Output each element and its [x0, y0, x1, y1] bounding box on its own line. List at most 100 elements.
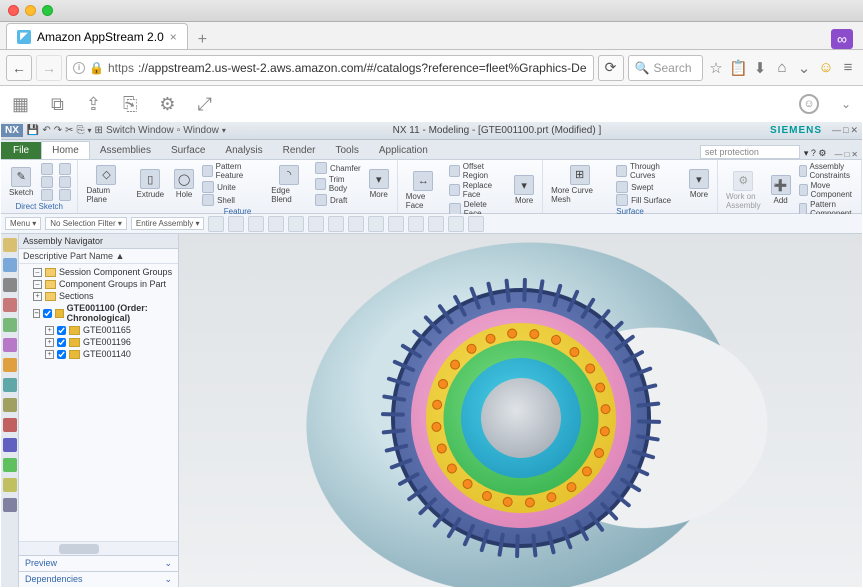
nav-preview-section[interactable]: Preview⌄	[19, 555, 178, 571]
sel-btn-10[interactable]	[388, 216, 404, 232]
home-icon[interactable]: ⌂	[773, 59, 791, 76]
window-close-button[interactable]	[8, 5, 19, 16]
qat-copy-icon[interactable]: ⎘	[77, 125, 85, 136]
replace-face-button[interactable]: Replace Face	[449, 181, 506, 199]
hole-button[interactable]: ◯Hole	[172, 162, 196, 206]
selection-filter-dropdown[interactable]: No Selection Filter ▾	[45, 217, 127, 230]
qat-more-icon[interactable]: ▾	[88, 126, 92, 135]
sel-btn-1[interactable]	[208, 216, 224, 232]
trim-body-button[interactable]: Trim Body	[315, 175, 361, 193]
sel-btn-12[interactable]	[428, 216, 444, 232]
feature-more-button[interactable]: ▾More	[367, 162, 391, 206]
menu-icon[interactable]: ≡	[839, 59, 857, 76]
tree-child-2[interactable]: +GTE001196	[19, 336, 178, 348]
tab-close-button[interactable]: ×	[170, 30, 177, 44]
shell-button[interactable]: Shell	[202, 194, 263, 206]
sketch-line-button[interactable]	[41, 163, 53, 175]
tree-root-part[interactable]: –GTE001100 (Order: Chronological)	[19, 302, 178, 324]
emoji-icon[interactable]: ☺	[817, 59, 835, 76]
extension-badge-icon[interactable]: ∞	[831, 29, 853, 49]
sel-btn-9[interactable]	[368, 216, 384, 232]
sel-btn-4[interactable]	[268, 216, 284, 232]
rb-system-icon[interactable]	[3, 378, 17, 392]
offset-region-button[interactable]: Offset Region	[449, 162, 506, 180]
qat-redo-icon[interactable]: ↷	[54, 125, 62, 136]
curve-mesh-button[interactable]: ⊞More Curve Mesh	[549, 162, 610, 206]
window-dd-label[interactable]: Window	[183, 125, 219, 136]
sel-btn-14[interactable]	[468, 216, 484, 232]
rb-tool3-icon[interactable]	[3, 458, 17, 472]
nav-dependencies-section[interactable]: Dependencies⌄	[19, 571, 178, 587]
help-icon[interactable]: ▾ ? ⚙	[800, 148, 831, 159]
rb-assembly-nav-icon[interactable]	[3, 238, 17, 252]
sketch-button[interactable]: ✎Sketch	[7, 162, 35, 201]
clipboard-as-icon[interactable]: ⎘	[123, 94, 137, 115]
sketch-circle-button[interactable]	[41, 189, 53, 201]
clipboard-icon[interactable]: 📋	[729, 59, 747, 77]
tab-surface[interactable]: Surface	[161, 142, 215, 159]
settings-icon[interactable]: ⚙	[159, 94, 175, 115]
doc-close-button[interactable]: ✕	[851, 150, 858, 159]
move-component-button[interactable]: Move Component	[799, 181, 855, 199]
browser-tab-active[interactable]: ◤ Amazon AppStream 2.0 ×	[6, 23, 188, 49]
rb-part-nav-icon[interactable]	[3, 258, 17, 272]
url-bar[interactable]: i 🔒 https ://appstream2.us-west-2.aws.am…	[66, 55, 594, 81]
sketch-arc-button[interactable]	[41, 176, 53, 188]
tab-analysis[interactable]: Analysis	[215, 142, 272, 159]
tree-sections[interactable]: +Sections	[19, 290, 178, 302]
apps-grid-icon[interactable]: ▦	[12, 94, 29, 115]
sync-more-button[interactable]: ▾More	[512, 162, 536, 218]
move-face-button[interactable]: ↔Move Face	[404, 162, 443, 218]
tree-component-groups[interactable]: –Component Groups in Part	[19, 278, 178, 290]
nx-minimize-button[interactable]: —	[832, 125, 841, 136]
file-tab[interactable]: File	[1, 142, 41, 159]
rb-browser-icon[interactable]	[3, 338, 17, 352]
edge-blend-button[interactable]: ◝Edge Blend	[269, 162, 309, 206]
tab-assemblies[interactable]: Assemblies	[90, 142, 161, 159]
sel-btn-8[interactable]	[348, 216, 364, 232]
draft-button[interactable]: Draft	[315, 194, 361, 206]
sel-btn-2[interactable]	[228, 216, 244, 232]
find-command-input[interactable]: set protection	[700, 145, 800, 159]
through-curves-button[interactable]: Through Curves	[616, 162, 681, 180]
sel-btn-7[interactable]	[328, 216, 344, 232]
pattern-feature-button[interactable]: Pattern Feature	[202, 162, 263, 180]
reload-button[interactable]: ⟳	[598, 55, 624, 81]
qat-save-icon[interactable]: 💾	[27, 125, 39, 136]
nav-column-header[interactable]: Descriptive Part Name ▲	[19, 249, 178, 264]
chamfer-button[interactable]: Chamfer	[315, 162, 361, 174]
user-icon[interactable]: ☺	[799, 94, 819, 114]
sel-btn-13[interactable]	[448, 216, 464, 232]
back-button[interactable]: ←	[6, 55, 32, 81]
search-bar[interactable]: 🔍 Search	[628, 55, 703, 81]
bookmark-icon[interactable]: ☆	[707, 59, 725, 77]
doc-minimize-button[interactable]: —	[834, 150, 842, 159]
sketch-spline-button[interactable]	[59, 189, 71, 201]
sel-btn-11[interactable]	[408, 216, 424, 232]
sketch-rect-button[interactable]	[59, 163, 71, 175]
upload-icon[interactable]: ⇪	[86, 94, 101, 115]
tab-render[interactable]: Render	[273, 142, 326, 159]
sel-btn-6[interactable]	[308, 216, 324, 232]
assembly-constraints-button[interactable]: Assembly Constraints	[799, 162, 855, 180]
tab-home[interactable]: Home	[41, 141, 90, 159]
nav-hscroll[interactable]	[19, 541, 178, 555]
rb-tool5-icon[interactable]	[3, 498, 17, 512]
rb-tool2-icon[interactable]	[3, 438, 17, 452]
qat-cut-icon[interactable]: ✂	[65, 125, 73, 136]
tree-child-3[interactable]: +GTE001140	[19, 348, 178, 360]
tree-child-1[interactable]: +GTE001165	[19, 324, 178, 336]
tab-application[interactable]: Application	[369, 142, 438, 159]
nx-close-button[interactable]: ✕	[850, 125, 858, 136]
fullscreen-icon[interactable]: ⤢	[198, 94, 212, 115]
rb-tool4-icon[interactable]	[3, 478, 17, 492]
windows-icon[interactable]: ⧉	[51, 94, 64, 115]
sel-btn-3[interactable]	[248, 216, 264, 232]
datum-plane-button[interactable]: ◇Datum Plane	[84, 162, 128, 206]
extrude-button[interactable]: ▯Extrude	[135, 162, 167, 206]
rb-tool1-icon[interactable]	[3, 418, 17, 432]
tab-tools[interactable]: Tools	[325, 142, 368, 159]
rb-constraint-nav-icon[interactable]	[3, 278, 17, 292]
switch-window-label[interactable]: Switch Window	[106, 125, 174, 136]
sketch-point-button[interactable]	[59, 176, 71, 188]
